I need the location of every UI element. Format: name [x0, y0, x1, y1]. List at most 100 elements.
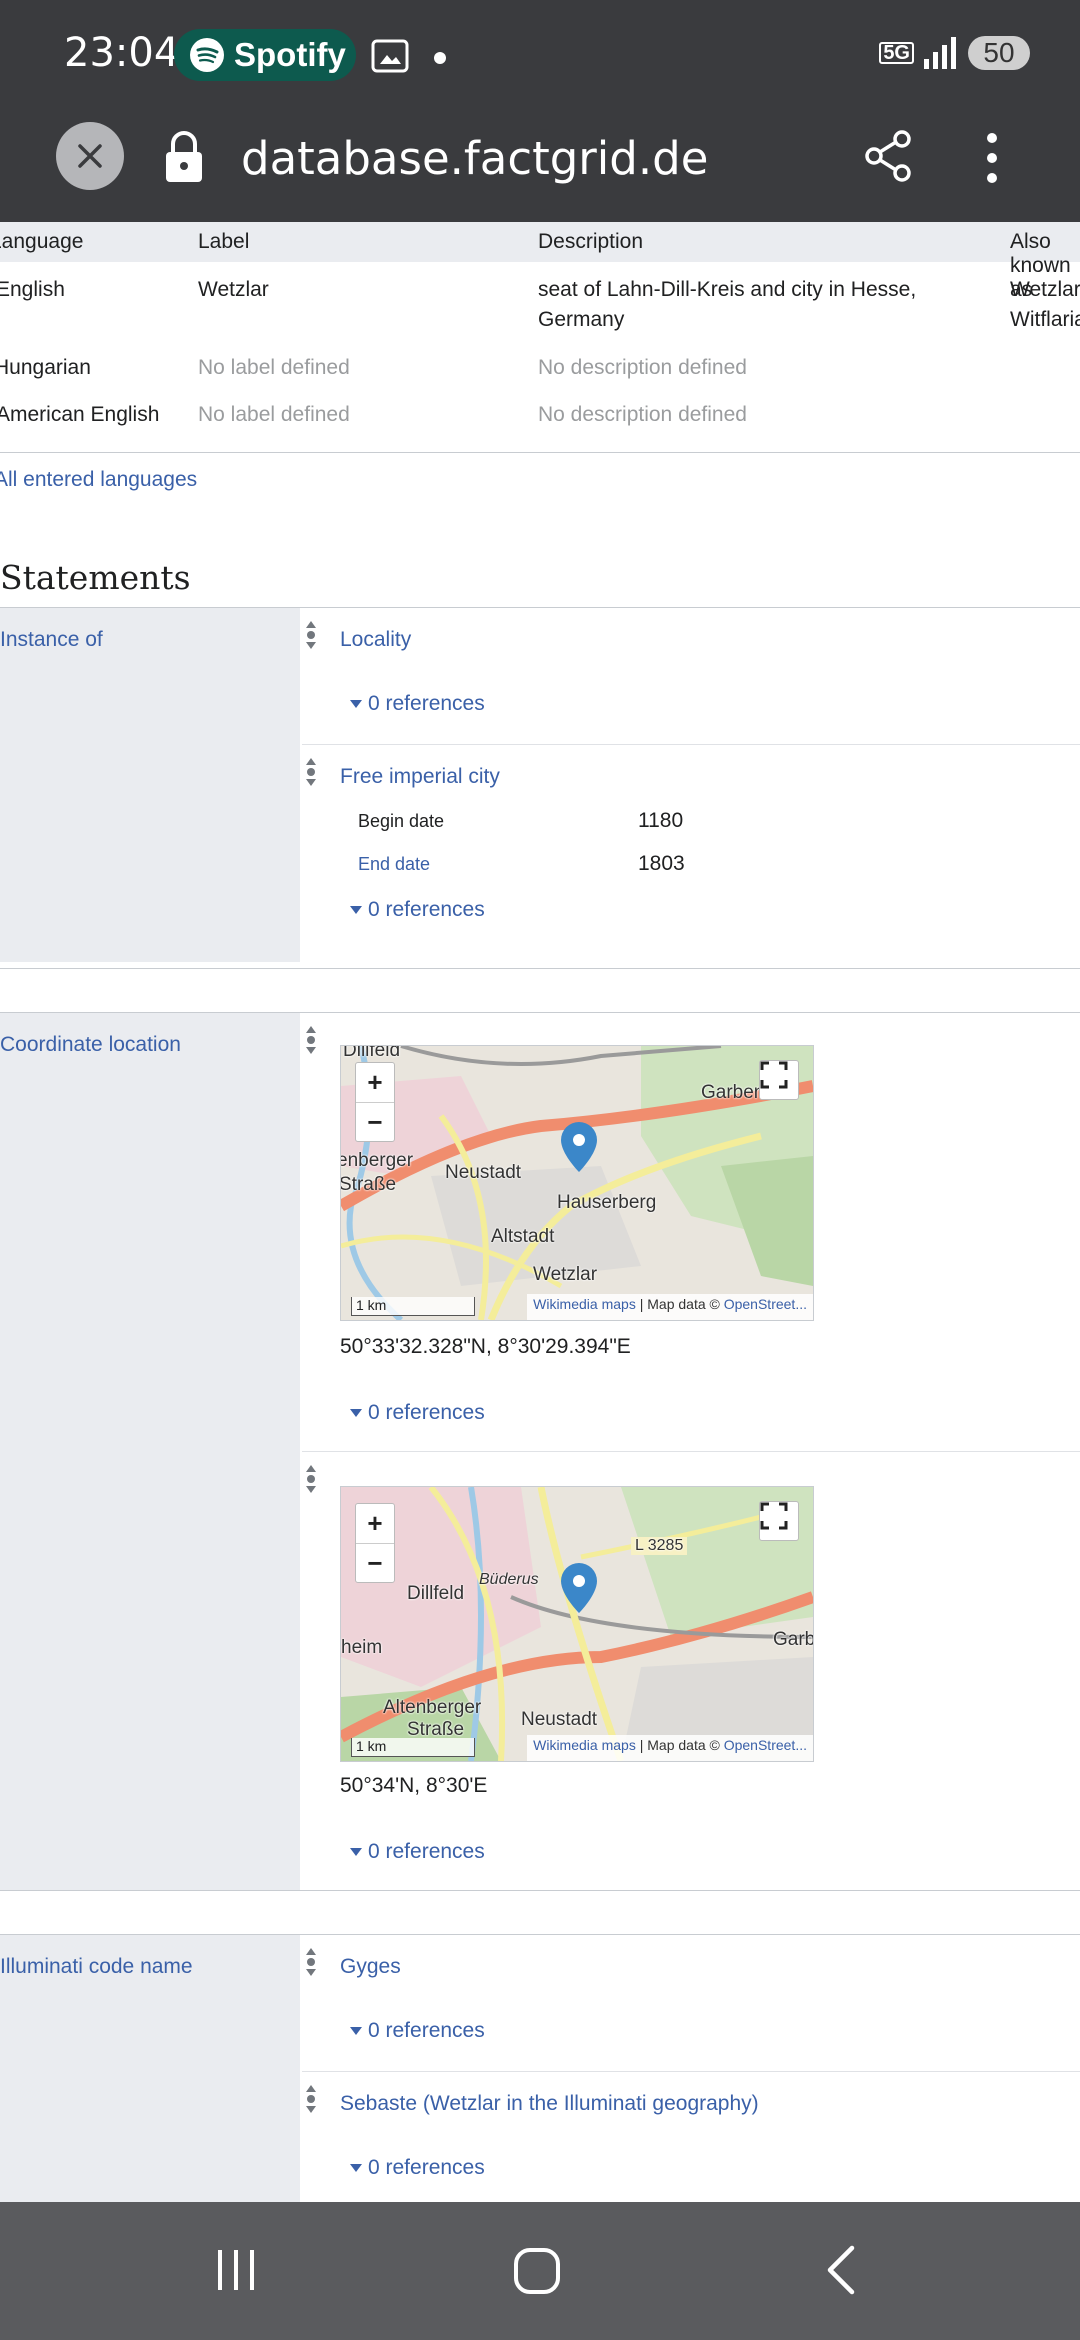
property-cell: Illuminati code name	[0, 1935, 300, 2202]
lock-icon[interactable]	[163, 128, 205, 184]
coordinate-value: 50°33'32.328"N, 8°30'29.394"E	[340, 1335, 631, 1358]
zoom-in-button[interactable]: +	[356, 1063, 394, 1103]
map-fullscreen-button[interactable]	[759, 1060, 799, 1100]
share-icon[interactable]	[864, 130, 912, 182]
map-marker-icon[interactable]	[559, 1561, 599, 1615]
statement-illuminati-code-name: Illuminati code name Gyges 0 references …	[0, 1935, 1080, 2202]
statement-value: Sebaste (Wetzlar in the Illuminati geogr…	[302, 2072, 1080, 2202]
fullscreen-icon	[760, 1061, 788, 1089]
url-text[interactable]: database.factgrid.de	[241, 132, 708, 185]
home-icon[interactable]	[512, 2246, 562, 2296]
status-bar: 23:04 Spotify 5G 50	[0, 0, 1080, 112]
map-zoom-controls: + −	[355, 1062, 395, 1142]
map-attribution: Wikimedia maps | Map data © OpenStreet..…	[527, 1735, 813, 1761]
screenshot-icon	[371, 39, 409, 73]
row-language: English	[0, 278, 65, 301]
value-locality[interactable]: Locality	[340, 628, 411, 652]
row-description: No description defined	[538, 403, 747, 426]
map-fullscreen-button[interactable]	[759, 1501, 799, 1541]
map-label: L 3285	[631, 1537, 688, 1555]
notification-dot	[434, 52, 446, 64]
map-2[interactable]: Büderus Dillfeld L 3285 heim Garb Altenb…	[340, 1486, 814, 1762]
property-label-instance-of[interactable]: Instance of	[0, 628, 103, 652]
all-languages-link[interactable]: All entered languages	[0, 468, 197, 492]
map-label: Wetzlar	[533, 1264, 598, 1285]
network-5g-icon: 5G	[879, 42, 914, 64]
map-1[interactable]: Dillfeld Garben enberger Straße Neustadt…	[340, 1045, 814, 1321]
references-toggle[interactable]: 0 references	[350, 1401, 485, 1425]
back-icon[interactable]	[822, 2244, 858, 2296]
references-toggle[interactable]: 0 references	[350, 2156, 485, 2180]
value-gyges[interactable]: Gyges	[340, 1955, 401, 1979]
statement-instance-of: Instance of Locality 0 references Free i…	[0, 608, 1080, 962]
row-description-cont: Germany	[538, 308, 625, 331]
row-label: No label defined	[198, 356, 350, 379]
references-toggle[interactable]: 0 references	[350, 2019, 485, 2043]
property-label-illuminati[interactable]: Illuminati code name	[0, 1955, 193, 1979]
references-toggle[interactable]: 0 references	[350, 1840, 485, 1864]
battery-icon: 50	[968, 36, 1030, 70]
rank-normal-icon[interactable]	[304, 757, 318, 787]
references-toggle[interactable]: 0 references	[350, 692, 485, 716]
row-description: No description defined	[538, 356, 747, 379]
row-aka-cont: Witflaria	[1010, 308, 1080, 331]
divider	[0, 452, 1080, 453]
zoom-out-button[interactable]: −	[356, 1103, 394, 1142]
status-icons: 5G 50	[879, 36, 1030, 70]
qualifier-begin-date[interactable]: Begin date	[358, 811, 444, 832]
openstreetmap-link[interactable]: OpenStreet...	[724, 1296, 807, 1312]
map-label: Altenberger	[383, 1697, 482, 1718]
qualifier-end-value: 1803	[638, 852, 685, 875]
statement-value: Locality 0 references	[302, 608, 1080, 744]
more-options-icon[interactable]	[985, 132, 999, 184]
map-label: Neustadt	[521, 1709, 598, 1730]
wikimedia-maps-link[interactable]: Wikimedia maps	[533, 1737, 636, 1753]
map-label: Straße	[340, 1174, 397, 1195]
header-language: Language	[0, 230, 84, 253]
statement-value: Free imperial city Begin date 1180 End d…	[302, 745, 1080, 962]
row-language: American English	[0, 403, 160, 426]
rank-normal-icon[interactable]	[304, 620, 318, 650]
openstreetmap-link[interactable]: OpenStreet...	[724, 1737, 807, 1753]
row-label: Wetzlar	[198, 278, 269, 301]
map-scale: 1 km	[351, 1297, 475, 1316]
close-tab-button[interactable]	[56, 122, 124, 190]
wikimedia-maps-link[interactable]: Wikimedia maps	[533, 1296, 636, 1312]
zoom-out-button[interactable]: −	[356, 1544, 394, 1583]
map-attribution: Wikimedia maps | Map data © OpenStreet..…	[527, 1294, 813, 1320]
rank-normal-icon[interactable]	[304, 1947, 318, 1977]
property-cell: Coordinate location	[0, 1013, 300, 1890]
map-marker-icon[interactable]	[559, 1120, 599, 1174]
spotify-label: Spotify	[234, 36, 346, 73]
recent-apps-icon[interactable]	[212, 2246, 260, 2294]
qualifier-end-date[interactable]: End date	[358, 854, 430, 875]
zoom-in-button[interactable]: +	[356, 1504, 394, 1544]
map-zoom-controls: + −	[355, 1503, 395, 1583]
value-sebaste[interactable]: Sebaste (Wetzlar in the Illuminati geogr…	[340, 2092, 759, 2116]
statement-value: Dillfeld Garben enberger Straße Neustadt…	[302, 1013, 1080, 1451]
map-label: enberger	[340, 1150, 414, 1171]
languages-table-header: Language Label Description Also known as	[0, 222, 1080, 301]
rank-normal-icon[interactable]	[304, 1464, 318, 1494]
value-free-imperial-city[interactable]: Free imperial city	[340, 765, 500, 789]
header-description: Description	[538, 230, 644, 253]
map-scale: 1 km	[351, 1738, 475, 1757]
page-content: Language Label Description Also known as…	[0, 222, 1080, 2202]
statement-value: Gyges 0 references	[302, 1935, 1080, 2071]
row-language: Hungarian	[0, 356, 91, 379]
map-label: Hauserberg	[557, 1192, 657, 1213]
spotify-notification[interactable]: Spotify	[174, 29, 356, 81]
system-navigation-bar	[0, 2202, 1080, 2340]
map-label: Dillfeld	[343, 1045, 401, 1061]
divider	[0, 968, 1080, 969]
map-label: Dillfeld	[407, 1583, 465, 1604]
rank-normal-icon[interactable]	[304, 1025, 318, 1055]
property-label-coordinate-location[interactable]: Coordinate location	[0, 1033, 181, 1057]
statements-heading: Statements	[0, 558, 191, 597]
rank-normal-icon[interactable]	[304, 2084, 318, 2114]
row-description: seat of Lahn-Dill-Kreis and city in Hess…	[538, 278, 917, 301]
references-toggle[interactable]: 0 references	[350, 898, 485, 922]
status-time: 23:04	[64, 30, 180, 76]
browser-toolbar: database.factgrid.de	[0, 112, 1080, 222]
map-label: Neustadt	[445, 1162, 522, 1183]
